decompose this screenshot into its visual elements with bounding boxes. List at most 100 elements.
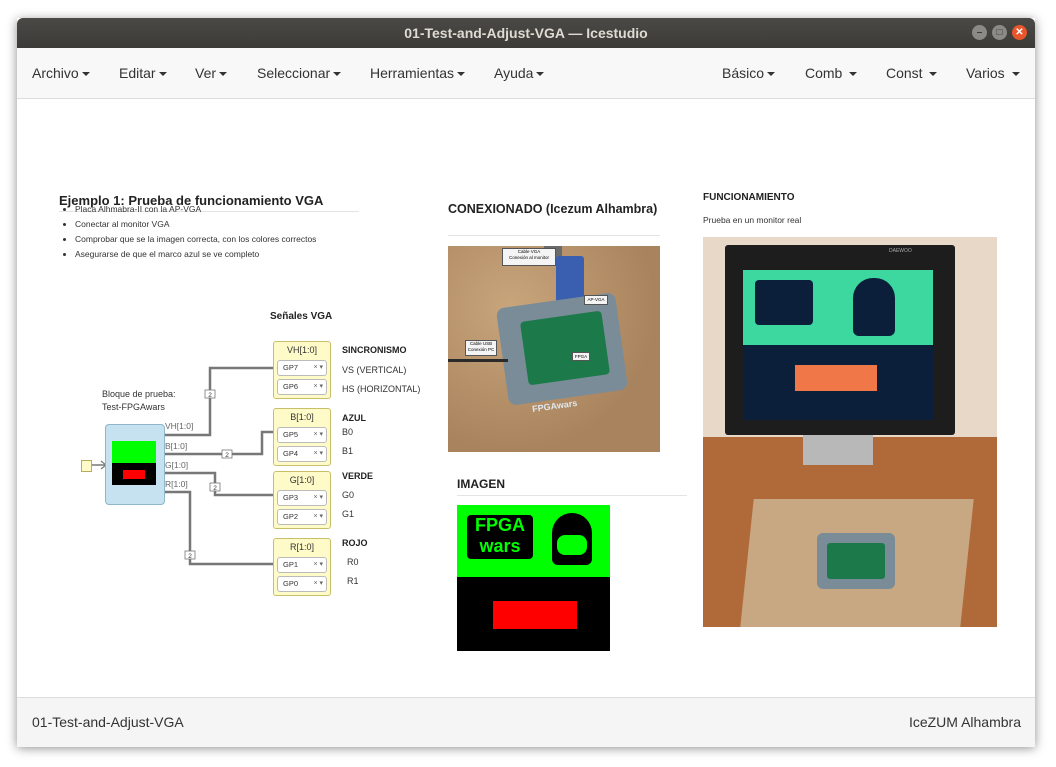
- funcionamiento-title: FUNCIONAMIENTO: [703, 192, 795, 203]
- menu-comb[interactable]: Comb: [805, 48, 858, 98]
- label-vs: VS (VERTICAL): [342, 365, 407, 375]
- monitor-bezel: DAEWOO: [725, 245, 955, 435]
- block-label-2: Test-FPGAwars: [102, 402, 165, 412]
- image-red-rectangle: [493, 601, 577, 629]
- caret-down-icon: [929, 72, 938, 77]
- menu-ayuda-label: Ayuda: [494, 65, 534, 81]
- menu-basico[interactable]: Básico: [722, 48, 776, 98]
- screen-red-rectangle: [795, 365, 877, 391]
- clear-chevron-icon: × ▾: [313, 513, 323, 520]
- output-r[interactable]: R[1:0] GP1 × ▾ GP0 × ▾: [273, 538, 331, 596]
- port-label-g: G[1:0]: [165, 460, 189, 470]
- caret-down-icon: [767, 72, 776, 77]
- label-g0: G0: [342, 490, 355, 500]
- wires-layer: 2 2 2 2: [90, 366, 273, 566]
- clear-chevron-icon: × ▾: [313, 450, 323, 457]
- block-thumbnail: [112, 441, 156, 485]
- label-b0: B0: [342, 427, 354, 437]
- pin-value: GP2: [283, 512, 299, 521]
- pin-select-gp4[interactable]: GP4 × ▾: [277, 446, 327, 462]
- monitor-brand: DAEWOO: [889, 248, 912, 254]
- label-cable-vga: Cable VGA Conexión al monitor: [502, 248, 556, 266]
- photo-label: Cable VGA: [517, 249, 541, 254]
- caret-down-icon: [536, 72, 545, 77]
- pin-value: GP4: [283, 449, 299, 458]
- screen-logo: [755, 280, 813, 325]
- clock-input-port[interactable]: [81, 460, 92, 472]
- output-vh-name: VH[1:0]: [286, 345, 317, 355]
- thumbnail-green: [112, 441, 156, 463]
- clear-chevron-icon: × ▾: [313, 561, 323, 568]
- window-title: 01-Test-and-Adjust-VGA — Icestudio: [404, 25, 648, 41]
- caret-down-icon: [81, 72, 90, 77]
- output-r-name: R[1:0]: [289, 542, 314, 552]
- pin-select-gp2[interactable]: GP2 × ▾: [277, 509, 327, 525]
- vga-test-image: FPGA wars: [457, 505, 610, 651]
- clear-chevron-icon: × ▾: [313, 383, 323, 390]
- test-fpgawars-block[interactable]: [105, 424, 165, 505]
- close-icon[interactable]: ✕: [1012, 25, 1027, 40]
- output-vh[interactable]: VH[1:0] GP7 × ▾ GP6 × ▾: [273, 341, 331, 399]
- funcionamiento-photo: DAEWOO: [703, 237, 997, 627]
- output-b[interactable]: B[1:0] GP5 × ▾ GP4 × ▾: [273, 408, 331, 466]
- port-label-vh: VH[1:0]: [165, 421, 194, 431]
- menu-varios-label: Varios: [966, 65, 1005, 81]
- photo-label: Conexión al monitor: [508, 255, 550, 260]
- pin-select-gp5[interactable]: GP5 × ▾: [277, 427, 327, 443]
- maximize-icon[interactable]: □: [992, 25, 1007, 40]
- photo-label: Conexión PC: [467, 347, 495, 352]
- caret-down-icon: [219, 72, 228, 77]
- menu-const-label: Const: [886, 65, 923, 81]
- funcionamiento-subtitle: Prueba en un monitor real: [703, 215, 802, 225]
- photo-label: Cable USB: [469, 341, 493, 346]
- output-g[interactable]: G[1:0] GP3 × ▾ GP2 × ▾: [273, 471, 331, 529]
- label-cable-usb: Cable USB Conexión PC: [465, 340, 497, 356]
- footer-board-name[interactable]: IceZUM Alhambra: [909, 714, 1021, 730]
- fpgawars-logo: FPGA wars: [467, 515, 533, 559]
- screen-face: [853, 278, 895, 336]
- menu-varios[interactable]: Varios: [966, 48, 1020, 98]
- footer-project-name: 01-Test-and-Adjust-VGA: [32, 714, 184, 730]
- logo-line-2: wars: [479, 536, 521, 556]
- pin-select-gp7[interactable]: GP7 × ▾: [277, 360, 327, 376]
- pin-value: GP1: [283, 560, 299, 569]
- bus-badge-text: 2: [225, 452, 229, 459]
- usb-cable: [448, 359, 508, 362]
- caret-down-icon: [158, 72, 167, 77]
- bus-badge-text: 2: [213, 485, 217, 492]
- pin-value: GP0: [283, 579, 299, 588]
- menu-const[interactable]: Const: [886, 48, 938, 98]
- clear-chevron-icon: × ▾: [313, 431, 323, 438]
- bus-badge-text: 2: [188, 553, 192, 560]
- label-r0: R0: [347, 557, 359, 567]
- pin-select-gp3[interactable]: GP3 × ▾: [277, 490, 327, 506]
- pin-select-gp0[interactable]: GP0 × ▾: [277, 576, 327, 592]
- output-b-name: B[1:0]: [290, 412, 314, 422]
- menu-archivo-label: Archivo: [32, 65, 79, 81]
- conexionado-title: CONEXIONADO (Icezum Alhambra): [448, 202, 658, 216]
- menu-comb-label: Comb: [805, 65, 843, 81]
- title-bar: 01-Test-and-Adjust-VGA — Icestudio – □ ✕: [17, 18, 1035, 48]
- minimize-icon[interactable]: –: [972, 25, 987, 40]
- menu-seleccionar-label: Seleccionar: [257, 65, 331, 81]
- divider: [448, 235, 660, 236]
- menu-editar[interactable]: Editar: [119, 48, 167, 98]
- menu-ver[interactable]: Ver: [195, 48, 228, 98]
- label-r1: R1: [347, 576, 359, 586]
- menu-ayuda[interactable]: Ayuda: [494, 48, 545, 98]
- clear-chevron-icon: × ▾: [313, 494, 323, 501]
- menu-seleccionar[interactable]: Seleccionar: [257, 48, 342, 98]
- design-canvas[interactable]: Ejemplo 1: Prueba de funcionamiento VGA …: [17, 99, 1035, 697]
- caret-down-icon: [333, 72, 342, 77]
- pin-value: GP7: [283, 363, 299, 372]
- heading-verde: VERDE: [342, 471, 374, 481]
- heading-azul: AZUL: [342, 413, 366, 423]
- menu-herramientas[interactable]: Herramientas: [370, 48, 466, 98]
- pin-select-gp1[interactable]: GP1 × ▾: [277, 557, 327, 573]
- pin-select-gp6[interactable]: GP6 × ▾: [277, 379, 327, 395]
- pin-value: GP5: [283, 430, 299, 439]
- menu-archivo[interactable]: Archivo: [32, 48, 90, 98]
- bus-badge-text: 2: [208, 392, 212, 399]
- label-b1: B1: [342, 446, 354, 456]
- menu-herramientas-label: Herramientas: [370, 65, 455, 81]
